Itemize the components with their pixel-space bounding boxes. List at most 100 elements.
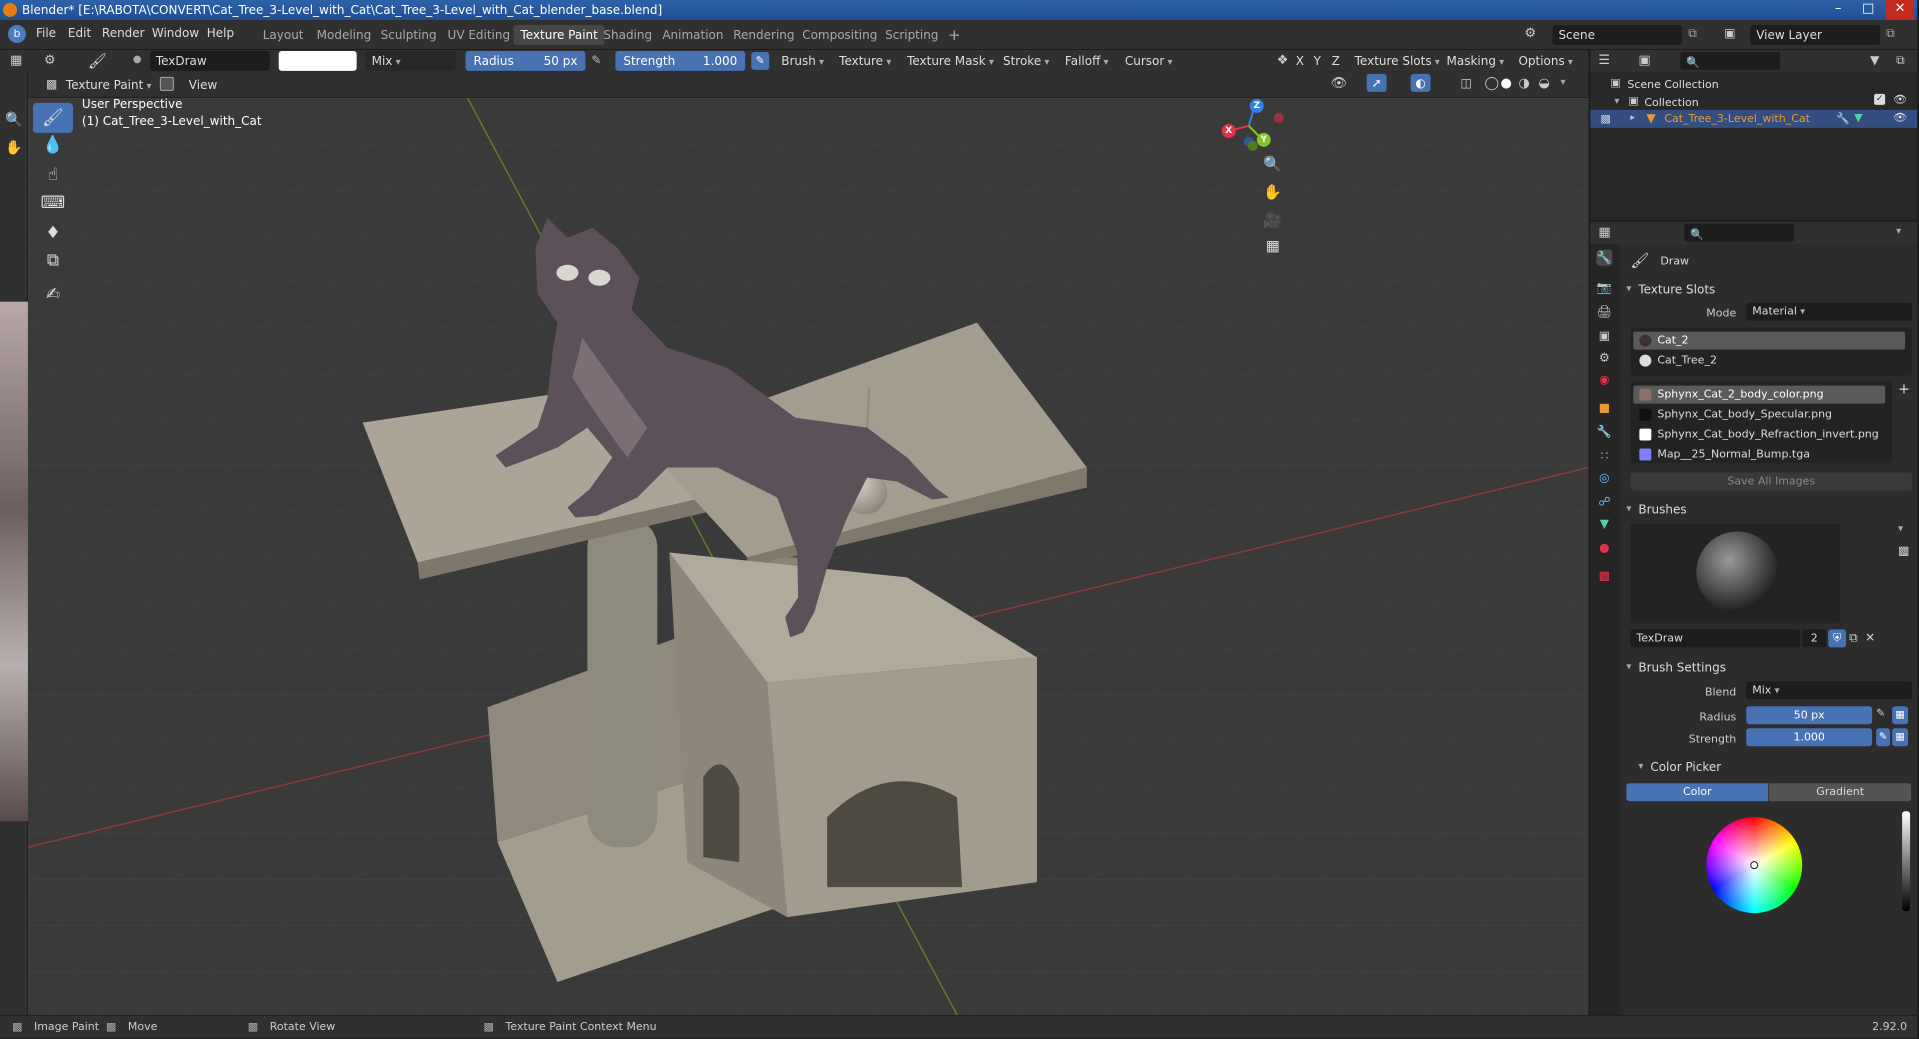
brush-radius-slider[interactable]: 50 px xyxy=(1746,706,1873,725)
color-wheel[interactable] xyxy=(1706,817,1803,914)
tab-compositing[interactable]: Compositing xyxy=(795,25,884,45)
output-tab-icon[interactable]: 🖨 xyxy=(1596,304,1612,320)
close-window-button[interactable]: ✕ xyxy=(1886,0,1915,20)
brush-settings-panel-header[interactable]: Brush Settings xyxy=(1620,655,1917,679)
display-mode-icon[interactable]: ▣ xyxy=(1638,53,1650,68)
view-menu[interactable]: View xyxy=(183,75,223,95)
image-slot-refraction[interactable]: Sphynx_Cat_body_Refraction_invert.png xyxy=(1633,426,1885,444)
brush-users-count[interactable]: 2 xyxy=(1802,629,1827,648)
new-collection-icon[interactable]: ⧉ xyxy=(1896,53,1905,68)
image-slot-body-color[interactable]: Sphynx_Cat_2_body_color.png xyxy=(1633,385,1886,404)
filter-icon[interactable]: ▼ xyxy=(1870,53,1879,67)
rendered-shading-icon[interactable]: ◒ xyxy=(1538,76,1549,91)
collection-eye-icon[interactable]: 👁 xyxy=(1893,93,1907,106)
ortho-toggle-icon[interactable]: ▦ xyxy=(1261,234,1285,258)
tab-modeling[interactable]: Modeling xyxy=(310,25,379,45)
shading-options-icon[interactable]: ▾ xyxy=(1560,77,1565,88)
pan-strip-icon[interactable]: ✋ xyxy=(5,140,22,156)
properties-options-icon[interactable]: ▾ xyxy=(1896,226,1901,237)
draw-tool-button[interactable]: 🖌 xyxy=(32,102,73,133)
xray-icon[interactable]: ◫ xyxy=(1461,76,1472,90)
properties-editor-icon[interactable]: ▦ xyxy=(1598,225,1610,240)
image-slot-specular[interactable]: Sphynx_Cat_body_Specular.png xyxy=(1633,406,1885,424)
cursor-menu[interactable]: Cursor xyxy=(1119,51,1179,71)
texture-mask-menu[interactable]: Texture Mask xyxy=(901,51,1000,71)
mirror-x-toggle[interactable]: X xyxy=(1293,51,1307,71)
options-menu[interactable]: Options xyxy=(1512,51,1578,71)
material-slot-cat-tree-2[interactable]: Cat_Tree_2 xyxy=(1633,352,1905,370)
color-picker-panel-header[interactable]: Color Picker xyxy=(1632,755,1919,779)
scene-selector[interactable]: Scene xyxy=(1552,24,1683,45)
save-all-images-button[interactable]: Save All Images xyxy=(1630,472,1913,491)
brush-name-field[interactable]: TexDraw xyxy=(149,50,270,71)
texture-slots-panel-header[interactable]: Texture Slots xyxy=(1620,278,1917,302)
gizmo-x-icon[interactable]: X xyxy=(1221,123,1236,138)
maximize-button[interactable]: □ xyxy=(1854,0,1882,20)
value-slider[interactable] xyxy=(1902,811,1911,912)
radius-pressure-toggle-icon[interactable]: ✎ xyxy=(1876,706,1885,719)
interaction-mode-icon[interactable]: ⚙ xyxy=(44,53,56,68)
texture-tab-icon[interactable]: ▩ xyxy=(1596,567,1612,583)
fill-tool-button[interactable]: ♦ xyxy=(33,218,73,248)
pan-view-icon[interactable]: ✋ xyxy=(1261,180,1285,204)
menu-window[interactable]: Window xyxy=(152,26,199,40)
scene-collection-label[interactable]: Scene Collection xyxy=(1627,78,1718,91)
tab-scripting[interactable]: Scripting xyxy=(878,25,945,45)
outliner-editor-icon[interactable]: ☰ xyxy=(1598,53,1610,68)
add-texture-slot-button[interactable]: + xyxy=(1898,382,1910,398)
soften-tool-button[interactable]: 💧 xyxy=(33,130,73,160)
smear-tool-button[interactable]: ☝ xyxy=(33,160,73,190)
new-view-layer-icon[interactable]: ⧉ xyxy=(1886,26,1895,41)
fake-user-shield-icon[interactable]: ⛨ xyxy=(1828,629,1847,648)
new-scene-icon[interactable]: ⧉ xyxy=(1688,26,1697,41)
wireframe-shading-icon[interactable]: ◯ xyxy=(1485,76,1500,91)
blender-menu-icon[interactable]: b xyxy=(7,24,26,43)
object-row[interactable]: ▩ ▸ ▼ Cat_Tree_3-Level_with_Cat 🔧 ▼ 👁 xyxy=(1590,109,1918,128)
modifier-icon[interactable]: 🔧 xyxy=(1836,112,1850,125)
falloff-menu[interactable]: Falloff xyxy=(1059,51,1115,71)
world-tab-icon[interactable]: ◉ xyxy=(1596,372,1612,388)
radius-slider[interactable]: Radius 50 px xyxy=(465,50,586,71)
color-tab[interactable]: Color xyxy=(1626,783,1769,802)
menu-render[interactable]: Render xyxy=(102,26,145,40)
tab-layout[interactable]: Layout xyxy=(256,25,311,45)
tab-animation[interactable]: Animation xyxy=(655,25,730,45)
gizmo-y-icon[interactable]: Y xyxy=(1256,132,1271,147)
tool-tab-icon[interactable]: 🔧 xyxy=(1596,249,1613,266)
overlays-toggle-icon[interactable]: ◐ xyxy=(1410,73,1431,92)
render-tab-icon[interactable]: 📷 xyxy=(1596,280,1612,296)
brush-image-icon[interactable]: ▩ xyxy=(1898,543,1909,557)
slot-mode-dropdown[interactable]: Material xyxy=(1746,302,1913,321)
minimize-button[interactable]: – xyxy=(1824,0,1852,20)
strength-pressure-toggle-icon[interactable]: ✎ xyxy=(1876,728,1891,747)
color-wheel-cursor[interactable] xyxy=(1750,861,1759,870)
zoom-strip-icon[interactable]: 🔍 xyxy=(5,112,22,128)
add-workspace-button[interactable]: + xyxy=(941,25,968,45)
object-eye-icon[interactable]: 👁 xyxy=(1893,111,1907,124)
tab-uv-editing[interactable]: UV Editing xyxy=(441,25,518,45)
brush-strength-slider[interactable]: 1.000 xyxy=(1746,728,1873,747)
3d-viewport[interactable]: User Perspective (1) Cat_Tree_3-Level_wi… xyxy=(27,97,1589,1015)
mirror-y-toggle[interactable]: Y xyxy=(1311,51,1324,71)
exclude-checkbox[interactable]: ✓ xyxy=(1874,93,1886,105)
brush-menu[interactable]: Brush xyxy=(775,51,830,71)
mirror-z-toggle[interactable]: Z xyxy=(1329,51,1343,71)
menu-edit[interactable]: Edit xyxy=(68,26,91,40)
strength-slider[interactable]: Strength 1.000 xyxy=(615,50,746,71)
brush-preview-box[interactable] xyxy=(1630,523,1841,624)
mask-tool-button[interactable]: ⧉ xyxy=(33,246,73,276)
properties-search-input[interactable]: 🔍 xyxy=(1684,223,1795,242)
radius-pressure-icon[interactable]: ✎ xyxy=(591,53,601,67)
strength-unit-icon[interactable]: ▦ xyxy=(1892,728,1909,747)
object-tab-icon[interactable]: ■ xyxy=(1596,400,1612,416)
gizmo-toggle-icon[interactable]: ➚ xyxy=(1366,73,1387,92)
vertex-data-icon[interactable]: ▼ xyxy=(1854,111,1862,124)
texture-slots-menu[interactable]: Texture Slots xyxy=(1349,51,1446,71)
tab-rendering[interactable]: Rendering xyxy=(726,25,801,45)
mask-toggle-icon[interactable] xyxy=(159,76,174,91)
duplicate-brush-icon[interactable]: ⧉ xyxy=(1849,630,1858,645)
menu-help[interactable]: Help xyxy=(207,26,234,40)
gizmo-z-icon[interactable]: Z xyxy=(1249,98,1264,113)
camera-view-icon[interactable]: 🎥 xyxy=(1261,208,1285,232)
view-layer-selector[interactable]: View Layer xyxy=(1750,24,1881,45)
